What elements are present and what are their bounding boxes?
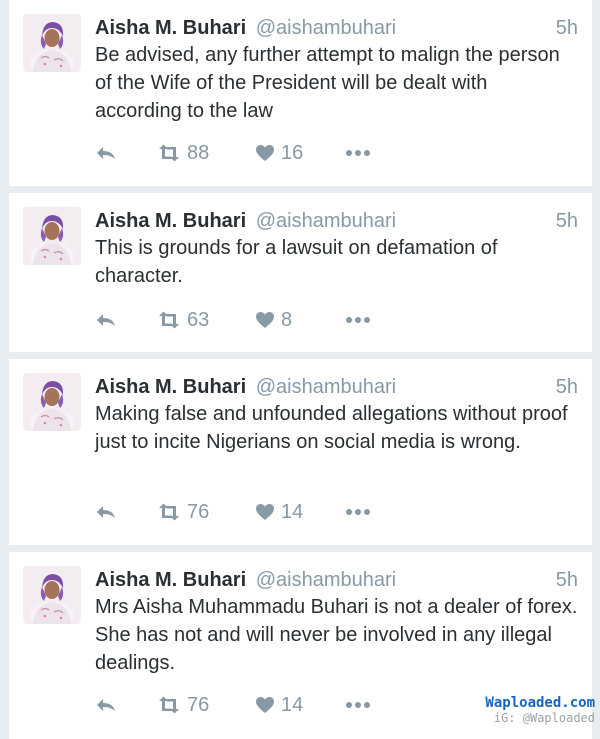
avatar[interactable] (23, 373, 81, 431)
watermark-instagram: iG: @Waploaded (493, 711, 595, 725)
author-name[interactable]: Aisha M. Buhari (95, 569, 246, 591)
like-button[interactable]: 14 (255, 500, 303, 524)
more-button[interactable] (345, 693, 371, 717)
author-handle[interactable]: @aishambuhari (256, 376, 396, 398)
reply-button[interactable] (95, 308, 117, 332)
tweet-header: Aisha M. Buhari @aishambuhari 5h (95, 207, 578, 235)
tweet-actions: 76 14 (95, 693, 495, 717)
heart-icon (255, 144, 275, 162)
author-name[interactable]: Aisha M. Buhari (95, 17, 246, 39)
tweet-timestamp[interactable]: 5h (556, 566, 578, 594)
tweet-timestamp[interactable]: 5h (556, 373, 578, 401)
more-dots-icon (345, 149, 371, 157)
tweet-card[interactable]: Aisha M. Buhari @aishambuhari 5h Making … (9, 359, 592, 545)
retweet-count: 76 (187, 694, 210, 716)
reply-arrow-icon (95, 311, 117, 329)
avatar[interactable] (23, 207, 81, 265)
tweet-text: Mrs Aisha Muhammadu Buhari is not a deal… (95, 596, 578, 674)
tweet-card[interactable]: Aisha M. Buhari @aishambuhari 5h This is… (9, 193, 592, 352)
reply-button[interactable] (95, 141, 117, 165)
avatar[interactable] (23, 14, 81, 72)
retweet-button[interactable]: 88 (157, 141, 209, 165)
tweet-timestamp[interactable]: 5h (556, 14, 578, 42)
more-dots-icon (345, 316, 371, 324)
heart-icon (255, 696, 275, 714)
like-count: 14 (281, 501, 304, 523)
retweet-button[interactable]: 76 (157, 500, 209, 524)
retweet-count: 88 (187, 142, 210, 164)
retweet-button[interactable]: 63 (157, 308, 209, 332)
tweet-header: Aisha M. Buhari @aishambuhari 5h (95, 373, 578, 401)
tweet-text: Be advised, any further attempt to malig… (95, 44, 560, 122)
heart-icon (255, 311, 275, 329)
more-button[interactable] (345, 500, 371, 524)
like-button[interactable]: 14 (255, 693, 303, 717)
retweet-icon (157, 503, 181, 521)
author-name[interactable]: Aisha M. Buhari (95, 210, 246, 232)
more-dots-icon (345, 701, 371, 709)
more-dots-icon (345, 508, 371, 516)
tweet-card[interactable]: Aisha M. Buhari @aishambuhari 5h Be advi… (9, 0, 592, 186)
tweet-feed: Aisha M. Buhari @aishambuhari 5h Be advi… (0, 0, 600, 739)
tweet-timestamp[interactable]: 5h (556, 207, 578, 235)
reply-arrow-icon (95, 503, 117, 521)
tweet-actions: 63 8 (95, 308, 495, 332)
reply-arrow-icon (95, 144, 117, 162)
like-count: 14 (281, 694, 304, 716)
tweet-actions: 76 14 (95, 500, 495, 524)
tweet-text: This is grounds for a lawsuit on defamat… (95, 237, 498, 287)
author-name[interactable]: Aisha M. Buhari (95, 376, 246, 398)
heart-icon (255, 503, 275, 521)
retweet-button[interactable]: 76 (157, 693, 209, 717)
like-button[interactable]: 16 (255, 141, 303, 165)
tweet-text: Making false and unfounded allegations w… (95, 403, 568, 453)
retweet-icon (157, 311, 181, 329)
retweet-icon (157, 144, 181, 162)
reply-button[interactable] (95, 500, 117, 524)
retweet-count: 63 (187, 309, 210, 331)
like-count: 16 (281, 142, 304, 164)
tweet-header: Aisha M. Buhari @aishambuhari 5h (95, 14, 578, 42)
tweet-header: Aisha M. Buhari @aishambuhari 5h (95, 566, 578, 594)
reply-button[interactable] (95, 693, 117, 717)
author-handle[interactable]: @aishambuhari (256, 569, 396, 591)
avatar[interactable] (23, 566, 81, 624)
retweet-icon (157, 696, 181, 714)
more-button[interactable] (345, 308, 371, 332)
retweet-count: 76 (187, 501, 210, 523)
author-handle[interactable]: @aishambuhari (256, 17, 396, 39)
watermark: Waploaded.com iG: @Waploaded (463, 696, 595, 726)
watermark-site: Waploaded.com (485, 695, 595, 711)
more-button[interactable] (345, 141, 371, 165)
tweet-actions: 88 16 (95, 141, 495, 165)
like-count: 8 (281, 309, 293, 331)
reply-arrow-icon (95, 696, 117, 714)
like-button[interactable]: 8 (255, 308, 292, 332)
author-handle[interactable]: @aishambuhari (256, 210, 396, 232)
